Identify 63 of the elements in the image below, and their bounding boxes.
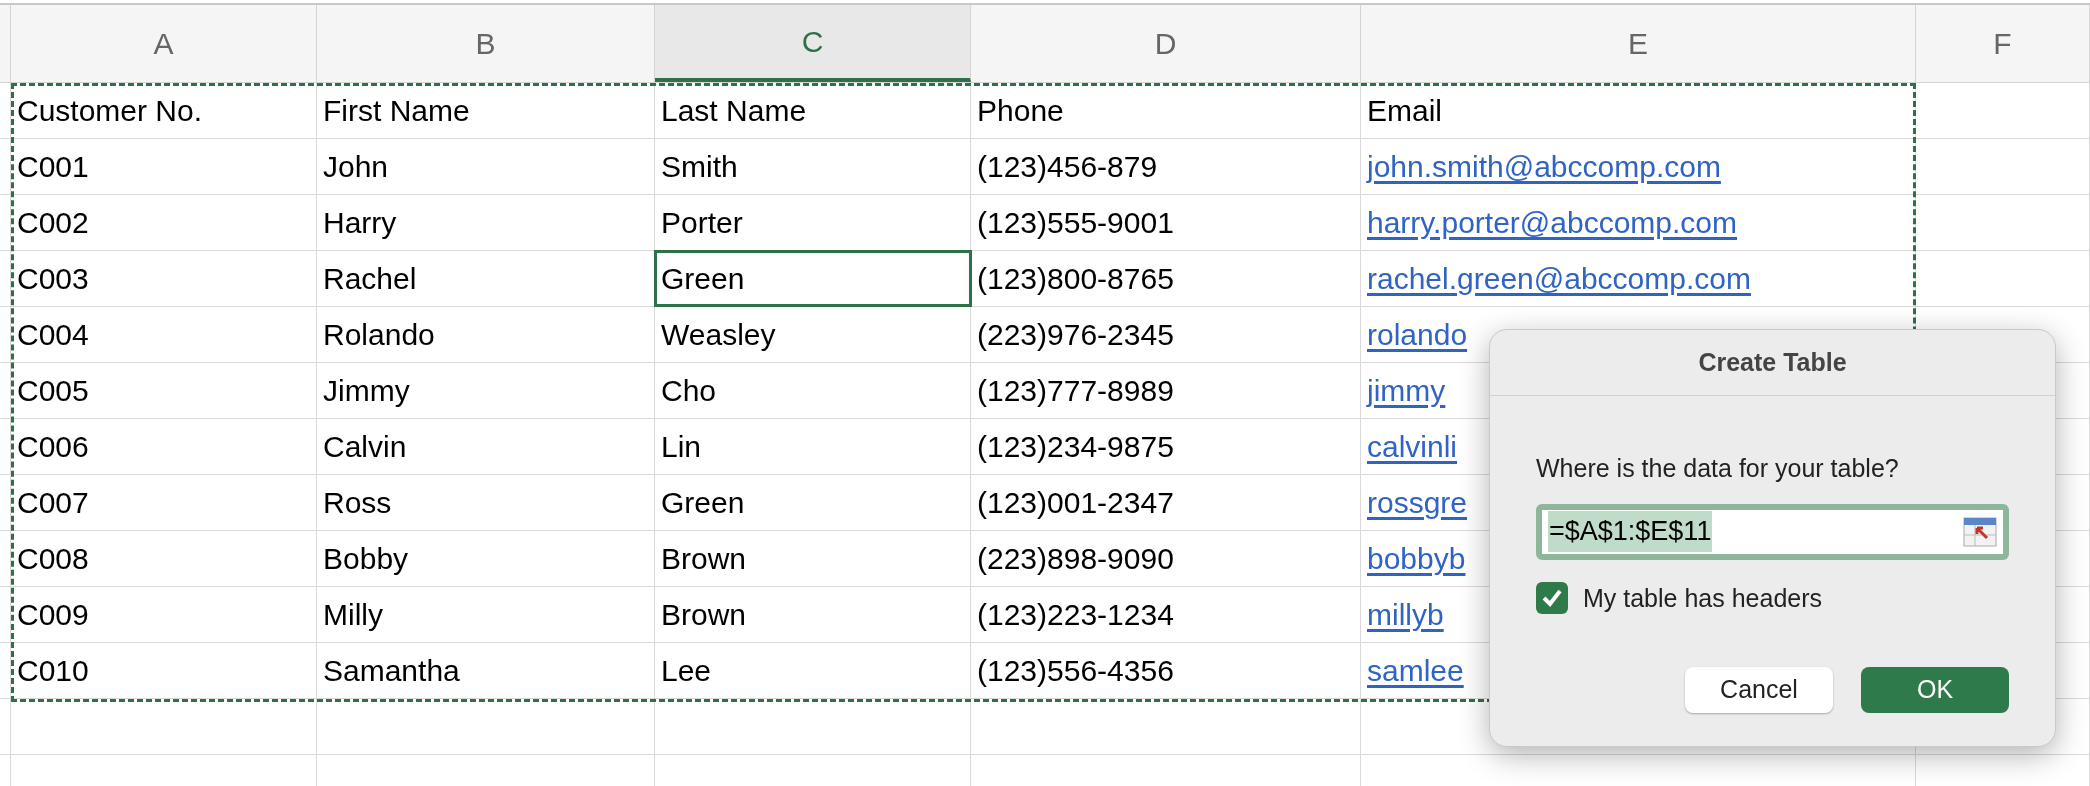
table-cell: (123)223-1234 [971, 587, 1361, 642]
column-header[interactable]: C [655, 5, 971, 82]
table-cell: Calvin [317, 419, 655, 474]
table-cell: C001 [11, 139, 317, 194]
table-cell: Smith [655, 139, 971, 194]
range-field[interactable]: =$A$1:$E$11 [1536, 503, 2009, 560]
dialog-title: Create Table [1490, 330, 2055, 396]
column-header[interactable]: D [971, 5, 1361, 82]
table-cell: (123)456-879 [971, 139, 1361, 194]
column-header[interactable]: E [1361, 5, 1916, 82]
table-cell: Weasley [655, 307, 971, 362]
table-cell: (223)976-2345 [971, 307, 1361, 362]
table-cell: Brown [655, 587, 971, 642]
ok-button[interactable]: OK [1861, 667, 2009, 713]
table-cell: Last Name [655, 83, 971, 138]
table-cell: C005 [11, 363, 317, 418]
table-cell: (123)800-8765 [971, 251, 1361, 306]
table-cell: Phone [971, 83, 1361, 138]
table-cell: C009 [11, 587, 317, 642]
table-cell: (123)777-8989 [971, 363, 1361, 418]
table-cell: Ross [317, 475, 655, 530]
table-cell: (123)556-4356 [971, 643, 1361, 698]
table-cell: Email [1361, 83, 1916, 138]
table-cell: (123)234-9875 [971, 419, 1361, 474]
table-cell: Jimmy [317, 363, 655, 418]
email-link[interactable]: john.smith@abccomp.com [1361, 139, 1916, 194]
table-cell: C002 [11, 195, 317, 250]
email-link[interactable]: rachel.green@abccomp.com [1361, 251, 1916, 306]
email-link[interactable]: harry.porter@abccomp.com [1361, 195, 1916, 250]
table-cell: First Name [317, 83, 655, 138]
table-cell: (223)898-9090 [971, 531, 1361, 586]
table-cell: C003 [11, 251, 317, 306]
checkbox-label: My table has headers [1583, 582, 1823, 614]
table-cell: Bobby [317, 531, 655, 586]
table-cell: Brown [655, 531, 971, 586]
table-cell: Green [655, 475, 971, 530]
table-cell: Lee [655, 643, 971, 698]
table-cell: John [317, 139, 655, 194]
collapse-dialog-icon[interactable] [1963, 516, 1997, 547]
table-cell: (123)555-9001 [971, 195, 1361, 250]
table-cell: C010 [11, 643, 317, 698]
table-cell: C006 [11, 419, 317, 474]
prompt-text: Where is the data for your table? [1536, 453, 1900, 484]
table-cell: Harry [317, 195, 655, 250]
column-header[interactable]: A [11, 5, 317, 82]
table-cell: Rolando [317, 307, 655, 362]
table-cell: Green [655, 251, 971, 306]
table-cell: Cho [655, 363, 971, 418]
table-cell: Porter [655, 195, 971, 250]
table-cell: C008 [11, 531, 317, 586]
cancel-button[interactable]: Cancel [1685, 667, 1833, 713]
table-cell: Milly [317, 587, 655, 642]
table-cell: C007 [11, 475, 317, 530]
range-value: =$A$1:$E$11 [1548, 511, 1713, 552]
table-cell: C004 [11, 307, 317, 362]
table-cell: (123)001-2347 [971, 475, 1361, 530]
table-cell: Customer No. [11, 83, 317, 138]
checkmark-icon [1541, 588, 1563, 609]
table-cell: Lin [655, 419, 971, 474]
table-cell: Samantha [317, 643, 655, 698]
table-cell: Rachel [317, 251, 655, 306]
headers-checkbox[interactable] [1536, 582, 1568, 615]
column-header[interactable]: F [1916, 5, 2090, 82]
